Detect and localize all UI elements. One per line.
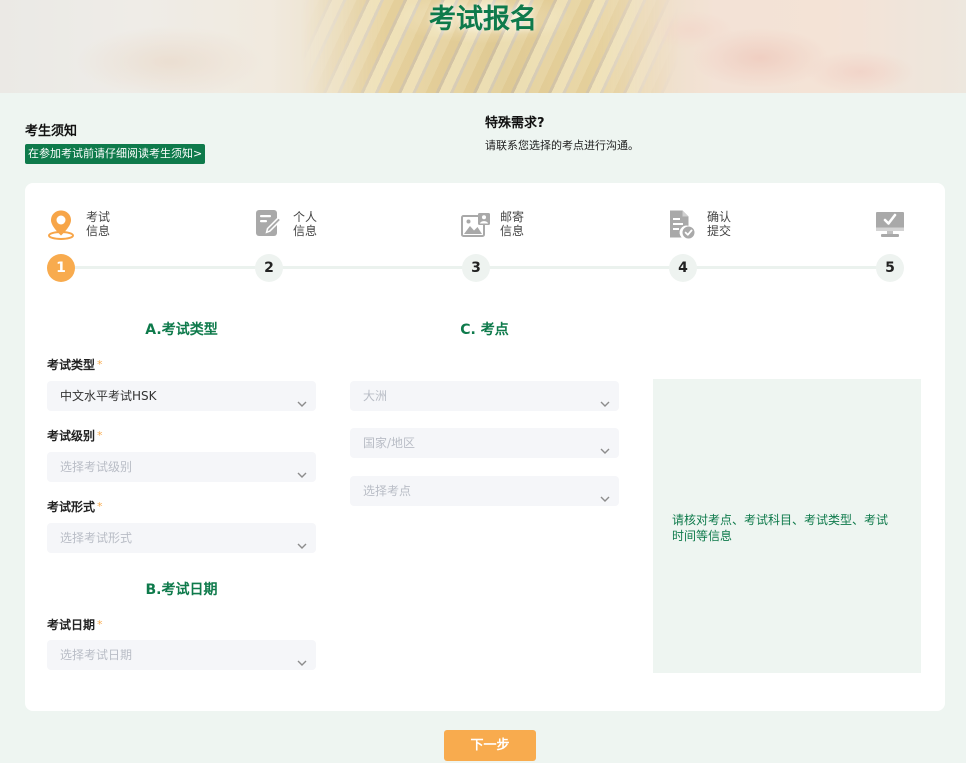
step-3-label-line: 信息 [500,224,525,238]
image-icon [461,212,491,241]
required-mark: * [97,500,103,513]
section-b-title: B.考试日期 [145,582,218,598]
section-a-title: A.考试类型 [145,322,218,338]
exam-info-text: 请核对考点、考试科目、考试类型、考试时间等信息 [672,513,889,543]
required-mark: * [97,618,103,631]
exam-type-select[interactable]: 中文水平考试HSK [47,381,316,411]
document-check-icon [668,209,696,243]
step-4-label-line: 提交 [707,224,732,238]
test-center-select[interactable]: 选择考点 [350,476,619,506]
chevron-down-icon [297,464,307,478]
monitor-check-icon [875,211,905,242]
exam-type-label-text: 考试类型 [47,358,96,372]
step-1-label-line: 信息 [86,224,111,238]
chevron-down-icon [297,393,307,407]
page-title: 考试报名 [429,4,537,35]
exam-level-label-text: 考试级别 [47,429,96,443]
exam-info-panel: 请核对考点、考试科目、考试类型、考试时间等信息 [653,379,921,673]
required-mark: * [97,429,103,442]
step-3-label: 邮寄 信息 [500,210,524,238]
exam-level-label: 考试级别 * [47,429,103,443]
country-region-select[interactable]: 国家/地区 [350,428,619,458]
exam-level-select[interactable]: 选择考试级别 [47,452,316,482]
chevron-down-icon [297,535,307,549]
exam-date-placeholder: 选择考试日期 [60,648,133,662]
step-2-label-line: 个人 [293,210,318,224]
country-region-placeholder: 国家/地区 [363,436,416,450]
step-4-label: 确认 提交 [707,210,731,238]
step-3-number: 3 [462,254,490,282]
step-5-number: 5 [876,254,904,282]
continent-select[interactable]: 大洲 [350,381,619,411]
step-4-number: 4 [669,254,697,282]
step-1-label-line: 考试 [86,210,111,224]
chevron-down-icon [297,652,307,666]
exam-format-label: 考试形式 * [47,500,103,514]
chevron-down-icon [600,393,610,407]
exam-format-placeholder: 选择考试形式 [60,531,133,545]
section-c-title: C. 考点 [460,322,509,338]
candidate-notice-title: 考生须知 [25,124,78,139]
edit-document-icon [255,209,283,241]
special-needs-text: 请联系您选择的考点进行沟通。 [485,139,639,152]
next-step-button[interactable]: 下一步 [444,730,536,761]
step-1-number: 1 [47,254,75,282]
step-2-label-line: 信息 [293,224,318,238]
step-1-label: 考试 信息 [86,210,110,238]
exam-date-label-text: 考试日期 [47,618,96,632]
candidate-notice-link[interactable]: 在参加考试前请仔细阅读考生须知> [25,144,206,164]
exam-level-placeholder: 选择考试级别 [60,460,133,474]
step-2-number: 2 [255,254,283,282]
header-banner: 考试报名 [0,0,966,93]
exam-format-select[interactable]: 选择考试形式 [47,523,316,553]
required-mark: * [97,358,103,371]
exam-date-select[interactable]: 选择考试日期 [47,640,316,670]
exam-type-value: 中文水平考试HSK [60,389,157,403]
continent-placeholder: 大洲 [363,389,388,403]
step-3-label-line: 邮寄 [500,210,525,224]
exam-type-label: 考试类型 * [47,358,103,372]
location-pin-icon [47,209,75,244]
registration-card: 考试 信息 1 个人 信息 2 邮寄 信息 3 确认 提交 4 5 A.考试类型… [25,183,945,711]
chevron-down-icon [600,440,610,454]
exam-date-label: 考试日期 * [47,618,103,632]
step-2-label: 个人 信息 [293,210,317,238]
exam-format-label-text: 考试形式 [47,500,96,514]
step-4-label-line: 确认 [707,210,732,224]
chevron-down-icon [600,488,610,502]
special-needs-title: 特殊需求? [485,116,545,131]
test-center-placeholder: 选择考点 [363,484,412,498]
